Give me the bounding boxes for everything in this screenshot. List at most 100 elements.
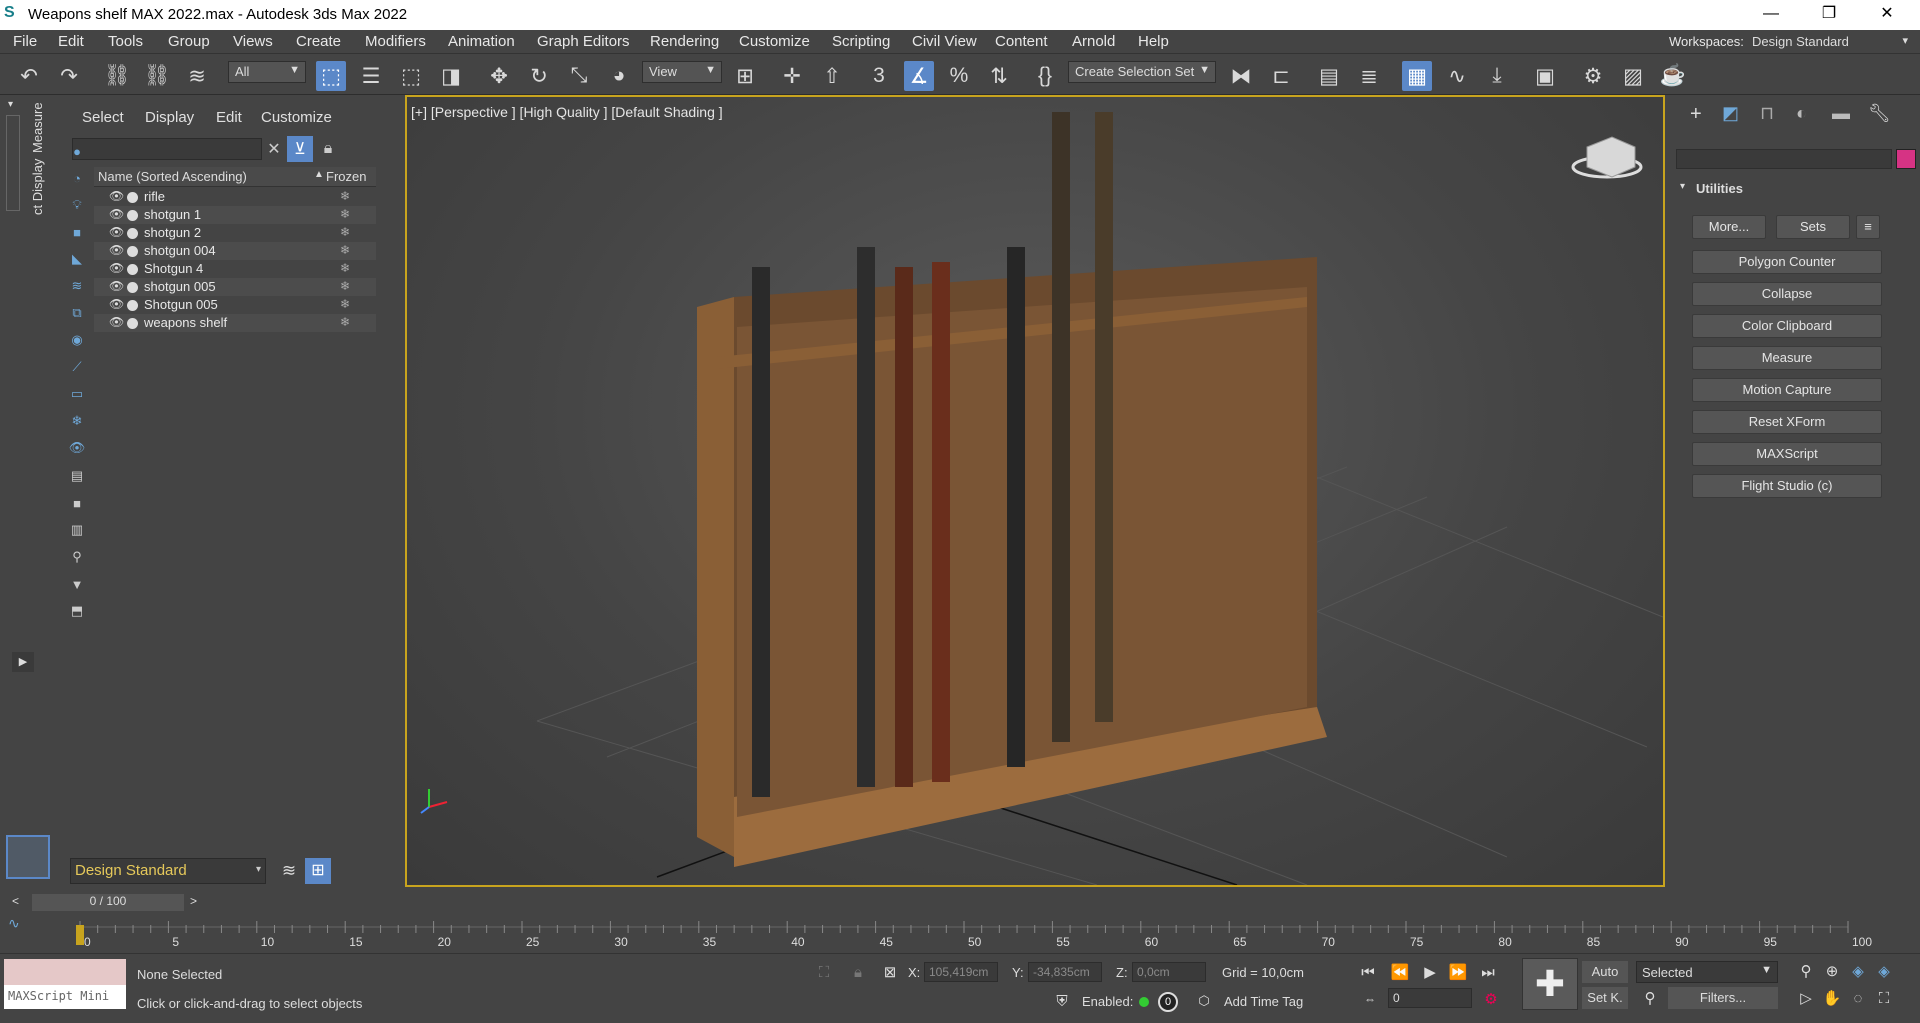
maxscript-mini-input[interactable]: MAXScript Mini [4,985,126,1009]
undo-icon[interactable]: ↶ [14,61,44,91]
menu-create[interactable]: Create [296,33,341,50]
redo-icon[interactable]: ↷ [54,61,84,91]
group-filter-icon[interactable]: ⧉ [66,302,88,324]
scene-search-input[interactable] [72,138,262,160]
minimize-button[interactable]: — [1748,0,1794,30]
object-name-field[interactable] [1676,149,1892,169]
track-bar[interactable]: ∿ 0 5 10 15 20 25 30 35 40 45 50 55 60 65 70 75 80 85 90 95… [0,913,1920,953]
menu-scripting[interactable]: Scripting [832,33,890,50]
render-dot-icon[interactable] [127,264,138,275]
maximize-viewport-icon[interactable]: ⛶ [1872,987,1896,1009]
spinner-snap-icon[interactable]: ⇅ [984,61,1014,91]
measure-button[interactable]: Measure [1692,346,1882,370]
funnel-icon[interactable]: ▼ [66,573,88,595]
invert-display-icon[interactable]: ▥ [66,519,88,541]
zoom-all-icon[interactable]: ⊕ [1820,960,1844,982]
polygon-counter-button[interactable]: Polygon Counter [1692,250,1882,274]
orbit-icon[interactable]: ◌ [1846,987,1870,1009]
field-of-view-icon[interactable]: ▷ [1794,987,1818,1009]
bone-filter-icon[interactable]: ⟋ [66,356,88,378]
utilities-tab-icon[interactable]: 🔧︎ [1868,103,1891,124]
modify-tab-icon[interactable]: ◩ [1722,103,1739,124]
visibility-eye-icon[interactable]: 👁︎ [109,315,124,329]
rendered-frame-window-icon[interactable]: ▨ [1618,61,1648,91]
configure-icon[interactable]: ⬒ [66,600,88,622]
rollout-collapse-icon[interactable]: ▾ [1680,181,1686,192]
frozen-filter-icon[interactable]: ❄ [66,410,88,432]
light-filter-icon[interactable]: 💡︎ [66,194,88,216]
next-frame-icon[interactable]: > [190,894,197,908]
visibility-eye-icon[interactable]: 👁︎ [109,261,124,275]
close-button[interactable]: ✕ [1864,0,1910,30]
menu-views[interactable]: Views [233,33,273,50]
camera-filter-icon[interactable]: ■ [66,221,88,243]
restore-button[interactable]: ❐ [1806,0,1852,30]
select-object-icon[interactable]: ⬚ [316,61,346,91]
hierarchy-tab-icon[interactable]: ⊓ [1760,103,1774,124]
menu-animation[interactable]: Animation [448,33,515,50]
menu-tools[interactable]: Tools [108,33,143,50]
find-filter-icon[interactable]: ⚲ [66,546,88,568]
align-icon[interactable]: ⊏ [1266,61,1296,91]
shape-filter-icon[interactable]: ◔ [66,167,88,189]
menu-content[interactable]: Content [995,33,1048,50]
visibility-eye-icon[interactable]: 👁︎ [109,225,124,239]
render-dot-icon[interactable] [127,192,138,203]
menu-modifiers[interactable]: Modifiers [365,33,426,50]
scene-row[interactable]: 👁︎ Shotgun 4 ❄ [94,260,376,278]
link-icon[interactable]: ⛓ [102,61,132,91]
go-to-end-icon[interactable]: ⏭ [1476,961,1500,983]
maxscript-button[interactable]: MAXScript [1692,442,1882,466]
time-tag-counter[interactable]: 0 [1158,992,1178,1012]
menu-rendering[interactable]: Rendering [650,33,719,50]
scene-row[interactable]: 👁︎ weapons shelf ❄ [94,314,376,332]
motion-tab-icon[interactable]: ◐ [1796,103,1807,124]
helper-filter-icon[interactable]: ◣ [66,248,88,270]
edit-named-selection-icon[interactable]: {} [1030,61,1060,91]
space-warp-filter-icon[interactable]: ≋ [66,275,88,297]
geometry-filter-icon[interactable]: ● [66,140,88,162]
configure-sets-icon[interactable]: ≡ [1856,215,1880,239]
next-key-icon[interactable]: ⏩ [1446,961,1470,983]
hidden-filter-icon[interactable]: 👁︎ [66,437,88,459]
filter-toggle-icon[interactable]: ⊻ [287,136,313,162]
workspace-dropdown[interactable]: Design Standard ▾ [1748,32,1912,52]
curve-editor-icon[interactable]: ∿ [1442,61,1472,91]
explorer-tab-customize[interactable]: Customize [261,109,332,126]
color-clipboard-button[interactable]: Color Clipboard [1692,314,1882,338]
place-icon[interactable]: ◕ [604,61,634,91]
render-production-icon[interactable]: ☕ [1658,61,1688,91]
pivot-center-icon[interactable]: ⊞ [730,61,760,91]
display-all-icon[interactable]: ▤ [66,465,88,487]
pan-view-icon[interactable]: ✋ [1820,987,1844,1009]
move-icon[interactable]: ✥ [484,61,514,91]
play-icon[interactable]: ▶ [12,652,34,672]
collapse-button[interactable]: Collapse [1692,282,1882,306]
menu-help[interactable]: Help [1138,33,1169,50]
percent-snap-icon[interactable]: % [944,61,974,91]
set-key-big-icon[interactable]: ✚ [1522,958,1578,1010]
layers-icon[interactable]: ≋ [276,858,302,884]
object-color-swatch[interactable] [1896,149,1916,169]
menu-group[interactable]: Group [168,33,210,50]
snaps-toggle-icon[interactable]: 3 [864,61,894,91]
clear-search-icon[interactable]: ✕ [261,136,287,162]
select-by-name-icon[interactable]: ☰ [356,61,386,91]
scene-row[interactable]: 👁︎ shotgun 1 ❄ [94,206,376,224]
zoom-icon[interactable]: ⚲ [1794,960,1818,982]
visibility-eye-icon[interactable]: 👁︎ [109,243,124,257]
toggle-ribbon-icon[interactable]: ▦ [1402,61,1432,91]
utilities-rollout-title[interactable]: Utilities [1696,181,1743,196]
render-dot-icon[interactable] [127,300,138,311]
column-frozen-header[interactable]: Frozen [326,169,366,184]
create-tab-icon[interactable]: + [1690,103,1702,126]
named-selection-dropdown[interactable]: Create Selection Set ▼ [1068,61,1216,83]
menu-file[interactable]: File [13,33,37,50]
current-frame-marker[interactable] [76,925,84,945]
measure-tab[interactable]: Measure [30,102,48,153]
explorer-tab-display[interactable]: Display [145,109,194,126]
reference-coordinate-dropdown[interactable]: View ▼ [642,61,722,83]
scene-row[interactable]: 👁︎ shotgun 004 ❄ [94,242,376,260]
scene-row[interactable]: 👁︎ Shotgun 005 ❄ [94,296,376,314]
zoom-extents-icon[interactable]: ◈ [1846,960,1870,982]
